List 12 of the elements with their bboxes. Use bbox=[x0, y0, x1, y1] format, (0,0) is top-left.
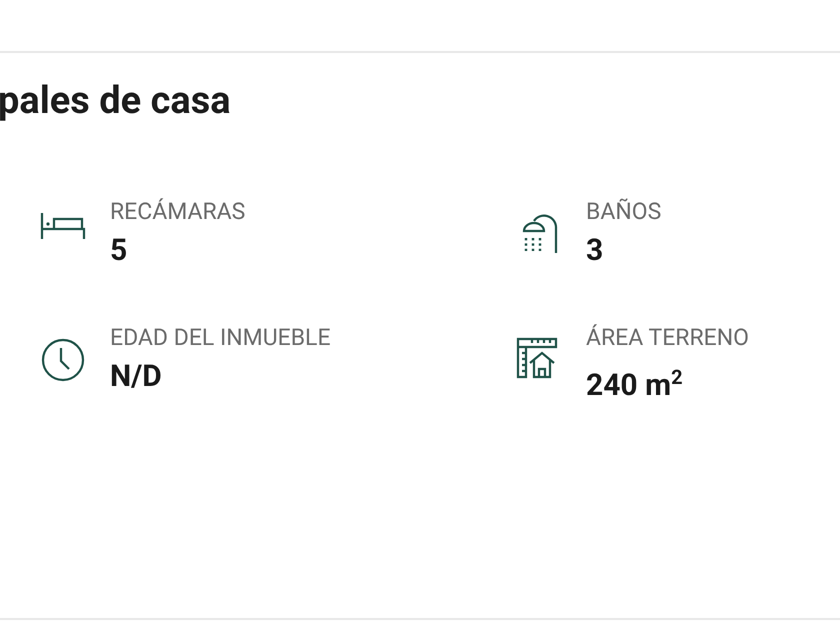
feature-value: N/D bbox=[110, 358, 163, 396]
section-title: pales de casa bbox=[0, 78, 232, 125]
feature-value: 240 m$^{2}$ bbox=[586, 364, 684, 405]
bed-icon bbox=[40, 210, 86, 241]
feature-value: 5 bbox=[110, 232, 128, 270]
feature-label: ÁREA TERRENO bbox=[586, 322, 749, 353]
clock-icon bbox=[40, 336, 86, 383]
plot-with-house-icon bbox=[516, 336, 558, 379]
feature-label: BAÑOS bbox=[586, 196, 662, 227]
feature-value: 3 bbox=[586, 232, 604, 270]
feature-label: RECÁMARAS bbox=[110, 196, 246, 227]
feature-label: EDAD DEL INMUEBLE bbox=[110, 322, 331, 353]
